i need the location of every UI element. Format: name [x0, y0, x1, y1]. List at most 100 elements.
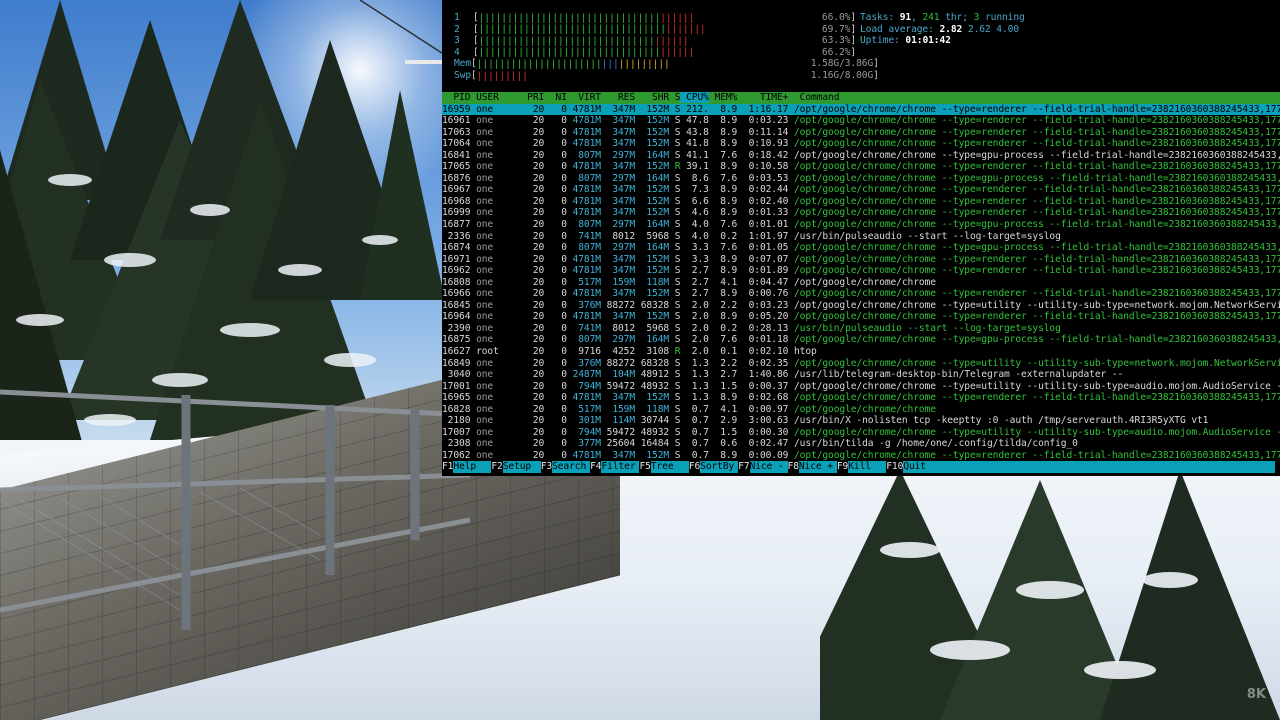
- process-row[interactable]: 17065 one 20 0 4781M 347M 152M R 39.1 8.…: [442, 161, 1280, 173]
- process-row[interactable]: 16874 one 20 0 807M 297M 164M S 3.3 7.6 …: [442, 242, 1280, 254]
- process-shr: 68328: [635, 299, 670, 311]
- function-key-help[interactable]: F1 Help: [442, 461, 492, 473]
- process-command: /opt/google/chrome/chrome --type=gpu-pro…: [794, 242, 1280, 254]
- process-row[interactable]: 16845 one 20 0 376M 88272 68328 S 2.0 2.…: [442, 300, 1280, 312]
- column-header-cpu[interactable]: CPU%: [680, 92, 709, 103]
- process-row[interactable]: 16841 one 20 0 807M 297M 164M S 41.1 7.6…: [442, 150, 1280, 162]
- process-row-selected[interactable]: 16959 one 20 0 4781M 347M 152M S 212. 8.…: [442, 103, 1280, 116]
- process-ni: 0: [544, 172, 567, 184]
- function-key-nice[interactable]: F8 Nice +: [787, 461, 837, 473]
- column-header-pri[interactable]: PRI: [527, 92, 544, 103]
- process-row[interactable]: 16968 one 20 0 4781M 347M 152M S 6.6 8.9…: [442, 196, 1280, 208]
- process-row[interactable]: 17064 one 20 0 4781M 347M 152M S 41.8 8.…: [442, 138, 1280, 150]
- process-shr: 5968: [635, 230, 670, 242]
- column-header-ni[interactable]: NI: [544, 92, 567, 103]
- process-mem: 8.9: [708, 138, 738, 150]
- process-table-header[interactable]: PID USER PRI NI VIRT RES SHR S CPU% MEM%…: [442, 92, 1280, 104]
- column-header-pid[interactable]: PID: [442, 92, 470, 103]
- process-virt: 301M: [566, 415, 601, 427]
- process-row[interactable]: 17062 one 20 0 4781M 347M 152M S 0.7 8.9…: [442, 450, 1280, 462]
- function-key-tree[interactable]: F5 Tree: [639, 461, 689, 473]
- process-row[interactable]: 16808 one 20 0 517M 159M 118M S 2.7 4.1 …: [442, 277, 1280, 289]
- function-key-sortby[interactable]: F6 SortBy: [688, 461, 739, 473]
- process-time: 0:07.07: [737, 253, 794, 265]
- column-header-command[interactable]: Command: [800, 92, 840, 103]
- column-header-shr[interactable]: SHR: [635, 92, 669, 103]
- bracket-close: ]: [850, 46, 856, 58]
- process-pid: 16841: [442, 149, 471, 161]
- process-virt: 2487M: [566, 369, 601, 381]
- process-ni: 0: [544, 149, 567, 161]
- function-key-search[interactable]: F3 Search: [540, 461, 591, 473]
- process-ni: 0: [544, 403, 567, 415]
- mem-meter: Mem[|||||||||||||||||||||||||||||||||| 1.…: [446, 58, 879, 70]
- process-pri: 20: [527, 126, 545, 138]
- process-row[interactable]: 16967 one 20 0 4781M 347M 152M S 7.3 8.9…: [442, 184, 1280, 196]
- process-user: root: [470, 346, 528, 358]
- process-pid: 16967: [442, 184, 471, 196]
- process-time: 0:04.47: [737, 276, 794, 288]
- cpu-meter-label: 3: [454, 35, 460, 47]
- process-row[interactable]: 16849 one 20 0 376M 88272 68328 S 1.3 2.…: [442, 358, 1280, 370]
- function-key-bar[interactable]: F1 Help F2 Setup F3 Search F4 Filter F5 Tree F6 Sor…: [442, 461, 1280, 473]
- process-pid: 2308: [442, 438, 471, 450]
- process-pid: 2180: [442, 415, 471, 427]
- process-pri: 20: [527, 265, 545, 277]
- process-row[interactable]: 17063 one 20 0 4781M 347M 152M S 43.8 8.…: [442, 127, 1280, 139]
- cpu-meter-bar: |||||||||||||||||||||||||||||||||||||: [479, 36, 809, 46]
- process-cpu: 4.0: [680, 219, 709, 231]
- process-row[interactable]: 2336 one 20 0 741M 8012 5968 S 4.0 0.2 1…: [442, 231, 1280, 243]
- column-header-user[interactable]: USER: [470, 92, 527, 103]
- process-mem: 8.9: [708, 115, 738, 127]
- process-row[interactable]: 16877 one 20 0 807M 297M 164M S 4.0 7.6 …: [442, 219, 1280, 231]
- process-res: 297M: [600, 242, 636, 254]
- process-row[interactable]: 2390 one 20 0 741M 8012 5968 S 2.0 0.2 0…: [442, 323, 1280, 335]
- column-header-s[interactable]: S: [669, 92, 681, 103]
- process-user: one: [470, 357, 528, 369]
- process-row[interactable]: 16966 one 20 0 4781M 347M 152M S 2.7 8.9…: [442, 288, 1280, 300]
- column-header-mem[interactable]: MEM%: [709, 92, 738, 103]
- process-pri: 20: [527, 346, 545, 358]
- function-key-setup[interactable]: F2 Setup: [491, 461, 541, 473]
- process-row[interactable]: 16828 one 20 0 517M 159M 118M S 0.7 4.1 …: [442, 404, 1280, 416]
- process-command: /opt/google/chrome/chrome --type=gpu-pro…: [794, 334, 1280, 346]
- process-row[interactable]: 16627 root 20 0 9716 4252 3108 R 2.0 0.1…: [442, 346, 1280, 358]
- function-key-kill[interactable]: F9 Kill: [836, 461, 887, 473]
- process-user: one: [470, 126, 528, 138]
- function-key-quit[interactable]: F10 Quit: [886, 461, 1276, 473]
- cpu-meter-1: 1[||||||||||||||||||||||||||||||||||||||…: [446, 12, 856, 24]
- process-res: 25604: [600, 438, 636, 450]
- cpu-meter-bar: ||||||||||||||||||||||||||||||||||||||: [479, 13, 809, 23]
- process-row[interactable]: 16971 one 20 0 4781M 347M 152M S 3.3 8.9…: [442, 254, 1280, 266]
- process-row[interactable]: 16876 one 20 0 807M 297M 164M S 8.6 7.6 …: [442, 173, 1280, 185]
- process-row[interactable]: 16961 one 20 0 4781M 347M 152M S 47.8 8.…: [442, 115, 1280, 127]
- process-state: S: [669, 438, 681, 450]
- process-row[interactable]: 17001 one 20 0 794M 59472 48932 S 1.3 1.…: [442, 381, 1280, 393]
- process-row[interactable]: 17007 one 20 0 794M 59472 48932 S 0.7 1.…: [442, 427, 1280, 439]
- htop-terminal[interactable]: 1[||||||||||||||||||||||||||||||||||||||…: [442, 0, 1280, 476]
- process-row[interactable]: 16999 one 20 0 4781M 347M 152M S 4.6 8.9…: [442, 207, 1280, 219]
- process-row[interactable]: 3040 one 20 0 2487M 104M 48912 S 1.3 2.7…: [442, 369, 1280, 381]
- column-header-res[interactable]: RES: [601, 92, 635, 103]
- process-pri: 20: [527, 334, 545, 346]
- process-row[interactable]: 2180 one 20 0 301M 114M 30744 S 0.7 2.9 …: [442, 415, 1280, 427]
- process-mem: 8.9: [708, 103, 738, 115]
- column-header-virt[interactable]: VIRT: [567, 92, 601, 103]
- process-list[interactable]: 16959 one 20 0 4781M 347M 152M S 212. 8.…: [442, 103, 1280, 462]
- process-row[interactable]: 2308 one 20 0 377M 25604 16484 S 0.7 0.6…: [442, 438, 1280, 450]
- process-shr: 152M: [635, 207, 670, 219]
- process-row[interactable]: 16964 one 20 0 4781M 347M 152M S 2.0 8.9…: [442, 311, 1280, 323]
- function-key-filter[interactable]: F4 Filter: [590, 461, 640, 473]
- process-cpu: 2.7: [680, 265, 709, 277]
- process-time: 0:02.47: [737, 438, 794, 450]
- process-cpu: 8.6: [680, 172, 709, 184]
- column-header-time[interactable]: TIME+: [737, 92, 799, 103]
- process-pid: 16849: [442, 357, 471, 369]
- process-row[interactable]: 16965 one 20 0 4781M 347M 152M S 1.3 8.9…: [442, 392, 1280, 404]
- process-row[interactable]: 16875 one 20 0 807M 297M 164M S 2.0 7.6 …: [442, 334, 1280, 346]
- cpu-meter-4: 4[||||||||||||||||||||||||||||||||||||||…: [446, 47, 856, 59]
- process-virt: 376M: [566, 357, 601, 369]
- function-key-nice[interactable]: F7 Nice -: [738, 461, 788, 473]
- process-row[interactable]: 16962 one 20 0 4781M 347M 152M S 2.7 8.9…: [442, 265, 1280, 277]
- process-pid: 16627: [442, 346, 471, 358]
